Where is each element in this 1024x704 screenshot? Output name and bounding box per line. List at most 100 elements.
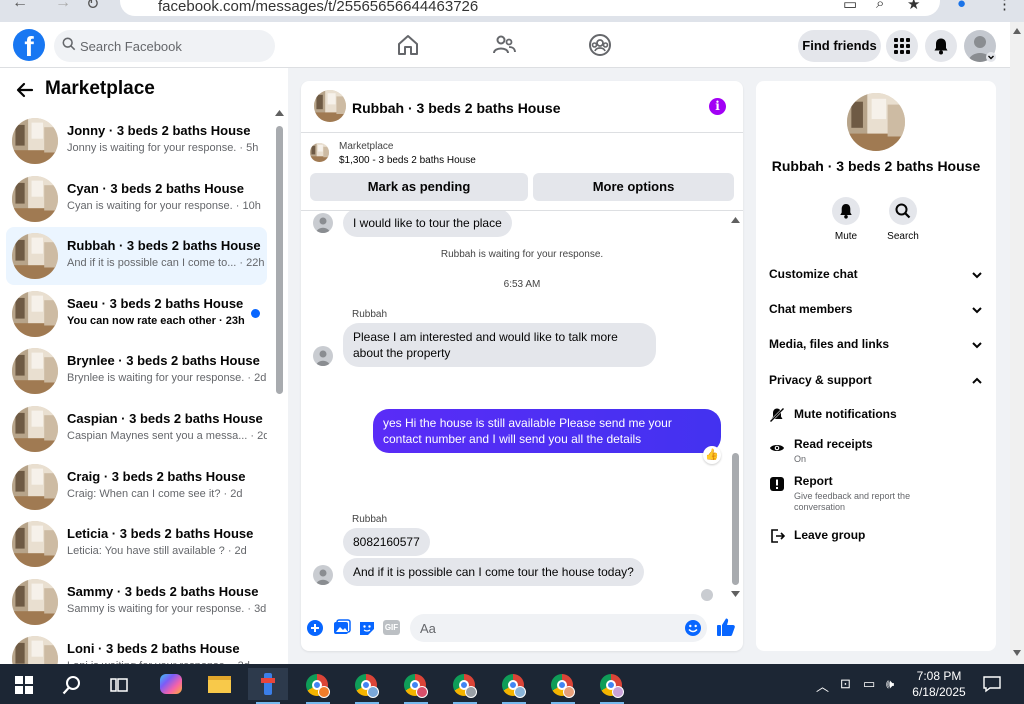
groups-icon[interactable] — [588, 33, 612, 57]
sender-avatar[interactable] — [313, 565, 333, 585]
chrome-profile-2-icon[interactable] — [347, 668, 387, 704]
scroll-down-arrow-icon[interactable] — [731, 591, 740, 597]
scroll-down-arrow-icon[interactable] — [1013, 650, 1021, 656]
back-arrow-icon[interactable]: ← — [12, 0, 28, 12]
listing-thumbnail[interactable] — [310, 143, 329, 162]
account-dropdown-icon[interactable] — [986, 52, 996, 62]
chrome-profile-5-icon[interactable] — [494, 668, 534, 704]
url-text[interactable]: facebook.com/messages/t/2556565664446372… — [158, 0, 478, 15]
left-scrollbar[interactable] — [275, 110, 284, 662]
scroll-up-arrow-icon[interactable] — [1013, 28, 1021, 34]
mark-as-pending-button[interactable]: Mark as pending — [310, 173, 528, 201]
conversation-preview: Leticia: You have still available ? · 2d — [67, 545, 247, 558]
chrome-profile-4-icon[interactable] — [445, 668, 485, 704]
message-input[interactable] — [420, 614, 670, 642]
chat-avatar[interactable] — [314, 90, 346, 122]
left-scrollbar-thumb[interactable] — [276, 126, 283, 394]
forward-arrow-icon[interactable]: → — [55, 0, 71, 12]
taskbar-search-icon[interactable] — [62, 675, 82, 695]
windows-start-icon[interactable] — [15, 676, 33, 694]
message-bubble-incoming[interactable]: 8082160577 — [343, 528, 430, 556]
chrome-profile-1-icon[interactable] — [298, 668, 338, 704]
gif-icon[interactable]: GIF — [383, 620, 400, 635]
chat-scrollbar[interactable] — [730, 213, 740, 599]
conversation-preview: Jonny is waiting for your response. · 5h — [67, 142, 259, 154]
conversation-item[interactable]: Cyan · 3 beds 2 baths House Cyan is waiti… — [6, 170, 267, 228]
search-action[interactable]: Search — [878, 197, 928, 242]
facebook-logo-icon[interactable]: f — [13, 29, 45, 61]
conversation-item[interactable]: Loni · 3 beds 2 baths HouseLoni is waiti… — [6, 630, 267, 664]
profile-icon[interactable]: ● — [957, 0, 966, 12]
message-bubble-incoming[interactable]: I would like to tour the place — [343, 211, 512, 237]
file-explorer-icon[interactable] — [199, 668, 239, 700]
app-icon-active[interactable] — [248, 668, 288, 704]
sender-avatar[interactable] — [313, 346, 333, 366]
listing-description[interactable]: $1,300 - 3 beds 2 baths House — [339, 155, 476, 166]
reload-icon[interactable]: ↻ — [86, 0, 99, 14]
customize-chat-section[interactable]: Customize chat — [769, 265, 983, 285]
copilot-icon[interactable] — [150, 668, 190, 700]
chrome-profile-6-icon[interactable] — [543, 668, 583, 704]
system-clock[interactable]: 7:08 PM 6/18/2025 — [904, 668, 974, 700]
scroll-up-arrow-icon[interactable] — [275, 110, 284, 116]
chat-details-avatar[interactable] — [847, 93, 905, 151]
privacy-support-section[interactable]: Privacy & support — [769, 371, 983, 391]
chrome-profile-3-icon[interactable] — [396, 668, 436, 704]
read-receipts-option[interactable]: Read receipts On — [769, 437, 983, 467]
task-view-icon[interactable] — [110, 676, 128, 694]
browser-menu-icon[interactable]: ⋮ — [997, 0, 1012, 13]
network-icon[interactable]: ▭ — [863, 676, 875, 692]
leave-group-option[interactable]: Leave group — [769, 528, 983, 548]
message-bubble-incoming[interactable]: Please I am interested and would like to… — [343, 323, 656, 367]
back-arrow-icon[interactable] — [16, 81, 34, 99]
friends-icon[interactable] — [492, 33, 516, 57]
message-bubble-outgoing[interactable]: yes Hi the house is still available Plea… — [373, 409, 721, 453]
notifications-button[interactable] — [925, 30, 957, 62]
screen-cast-icon[interactable]: ▭ — [843, 0, 857, 13]
photo-icon[interactable] — [333, 619, 351, 637]
conversation-item[interactable]: Saeu · 3 beds 2 baths House You can now r… — [6, 285, 267, 343]
search-input[interactable] — [80, 30, 270, 62]
clock-time: 7:08 PM — [916, 669, 962, 683]
conversation-item[interactable]: Leticia · 3 beds 2 baths House Leticia: Y… — [6, 515, 267, 573]
clock-date: 6/18/2025 — [912, 685, 966, 699]
volume-icon[interactable]: 🕪 — [886, 676, 894, 692]
message-input-box[interactable] — [410, 614, 707, 642]
address-bar[interactable]: facebook.com/messages/t/2556565664446372… — [120, 0, 940, 16]
chat-members-section[interactable]: Chat members — [769, 300, 983, 320]
conversation-item[interactable]: Sammy · 3 beds 2 baths House Sammy is wai… — [6, 573, 267, 631]
conversation-item[interactable]: Caspian · 3 beds 2 baths House Caspian Ma… — [6, 400, 267, 458]
chat-scrollbar-thumb[interactable] — [732, 453, 739, 585]
report-option[interactable]: Report Give feedback and report the conv… — [769, 474, 983, 514]
sender-avatar[interactable] — [313, 213, 333, 233]
media-files-section[interactable]: Media, files and links — [769, 335, 983, 355]
search-box[interactable] — [54, 30, 275, 62]
find-friends-button[interactable]: Find friends — [798, 30, 881, 62]
tray-app-icon[interactable]: ⊡ — [840, 676, 851, 692]
chrome-profile-7-icon[interactable] — [592, 668, 632, 704]
conversation-item[interactable]: Brynlee · 3 beds 2 baths House Brynlee is… — [6, 342, 267, 400]
notification-center-icon[interactable] — [983, 675, 1001, 693]
plus-circle-icon[interactable] — [306, 619, 324, 637]
sticker-icon[interactable] — [358, 619, 376, 637]
thumbs-up-reaction-icon[interactable]: 👍 — [703, 446, 721, 464]
emoji-icon[interactable] — [684, 619, 702, 637]
tray-overflow-icon[interactable]: ︿ — [816, 676, 829, 695]
menu-button[interactable] — [886, 30, 918, 62]
zoom-icon[interactable]: ⌕ — [876, 0, 884, 12]
scroll-up-arrow-icon[interactable] — [731, 217, 740, 223]
page-scrollbar[interactable] — [1010, 22, 1024, 664]
more-options-button[interactable]: More options — [533, 173, 734, 201]
conversation-item[interactable]: Rubbah · 3 beds 2 baths House And if it i… — [6, 227, 267, 286]
conversation-item[interactable]: Craig · 3 beds 2 baths House Craig: When … — [6, 458, 267, 516]
home-icon[interactable] — [396, 33, 420, 57]
chat-title[interactable]: Rubbah · 3 beds 2 baths House — [352, 100, 560, 116]
info-icon[interactable]: i — [709, 98, 726, 115]
mute-notifications-option[interactable]: Mute notifications — [769, 407, 983, 427]
thumbs-up-send-icon[interactable] — [716, 617, 736, 637]
bookmark-star-icon[interactable]: ★ — [907, 0, 920, 13]
message-bubble-incoming[interactable]: And if it is possible can I come tour th… — [343, 558, 644, 586]
mute-action[interactable]: Mute — [821, 197, 871, 242]
conversation-item[interactable]: Jonny · 3 beds 2 baths House Jonny is wai… — [6, 112, 267, 170]
house-photo-icon — [12, 406, 58, 452]
